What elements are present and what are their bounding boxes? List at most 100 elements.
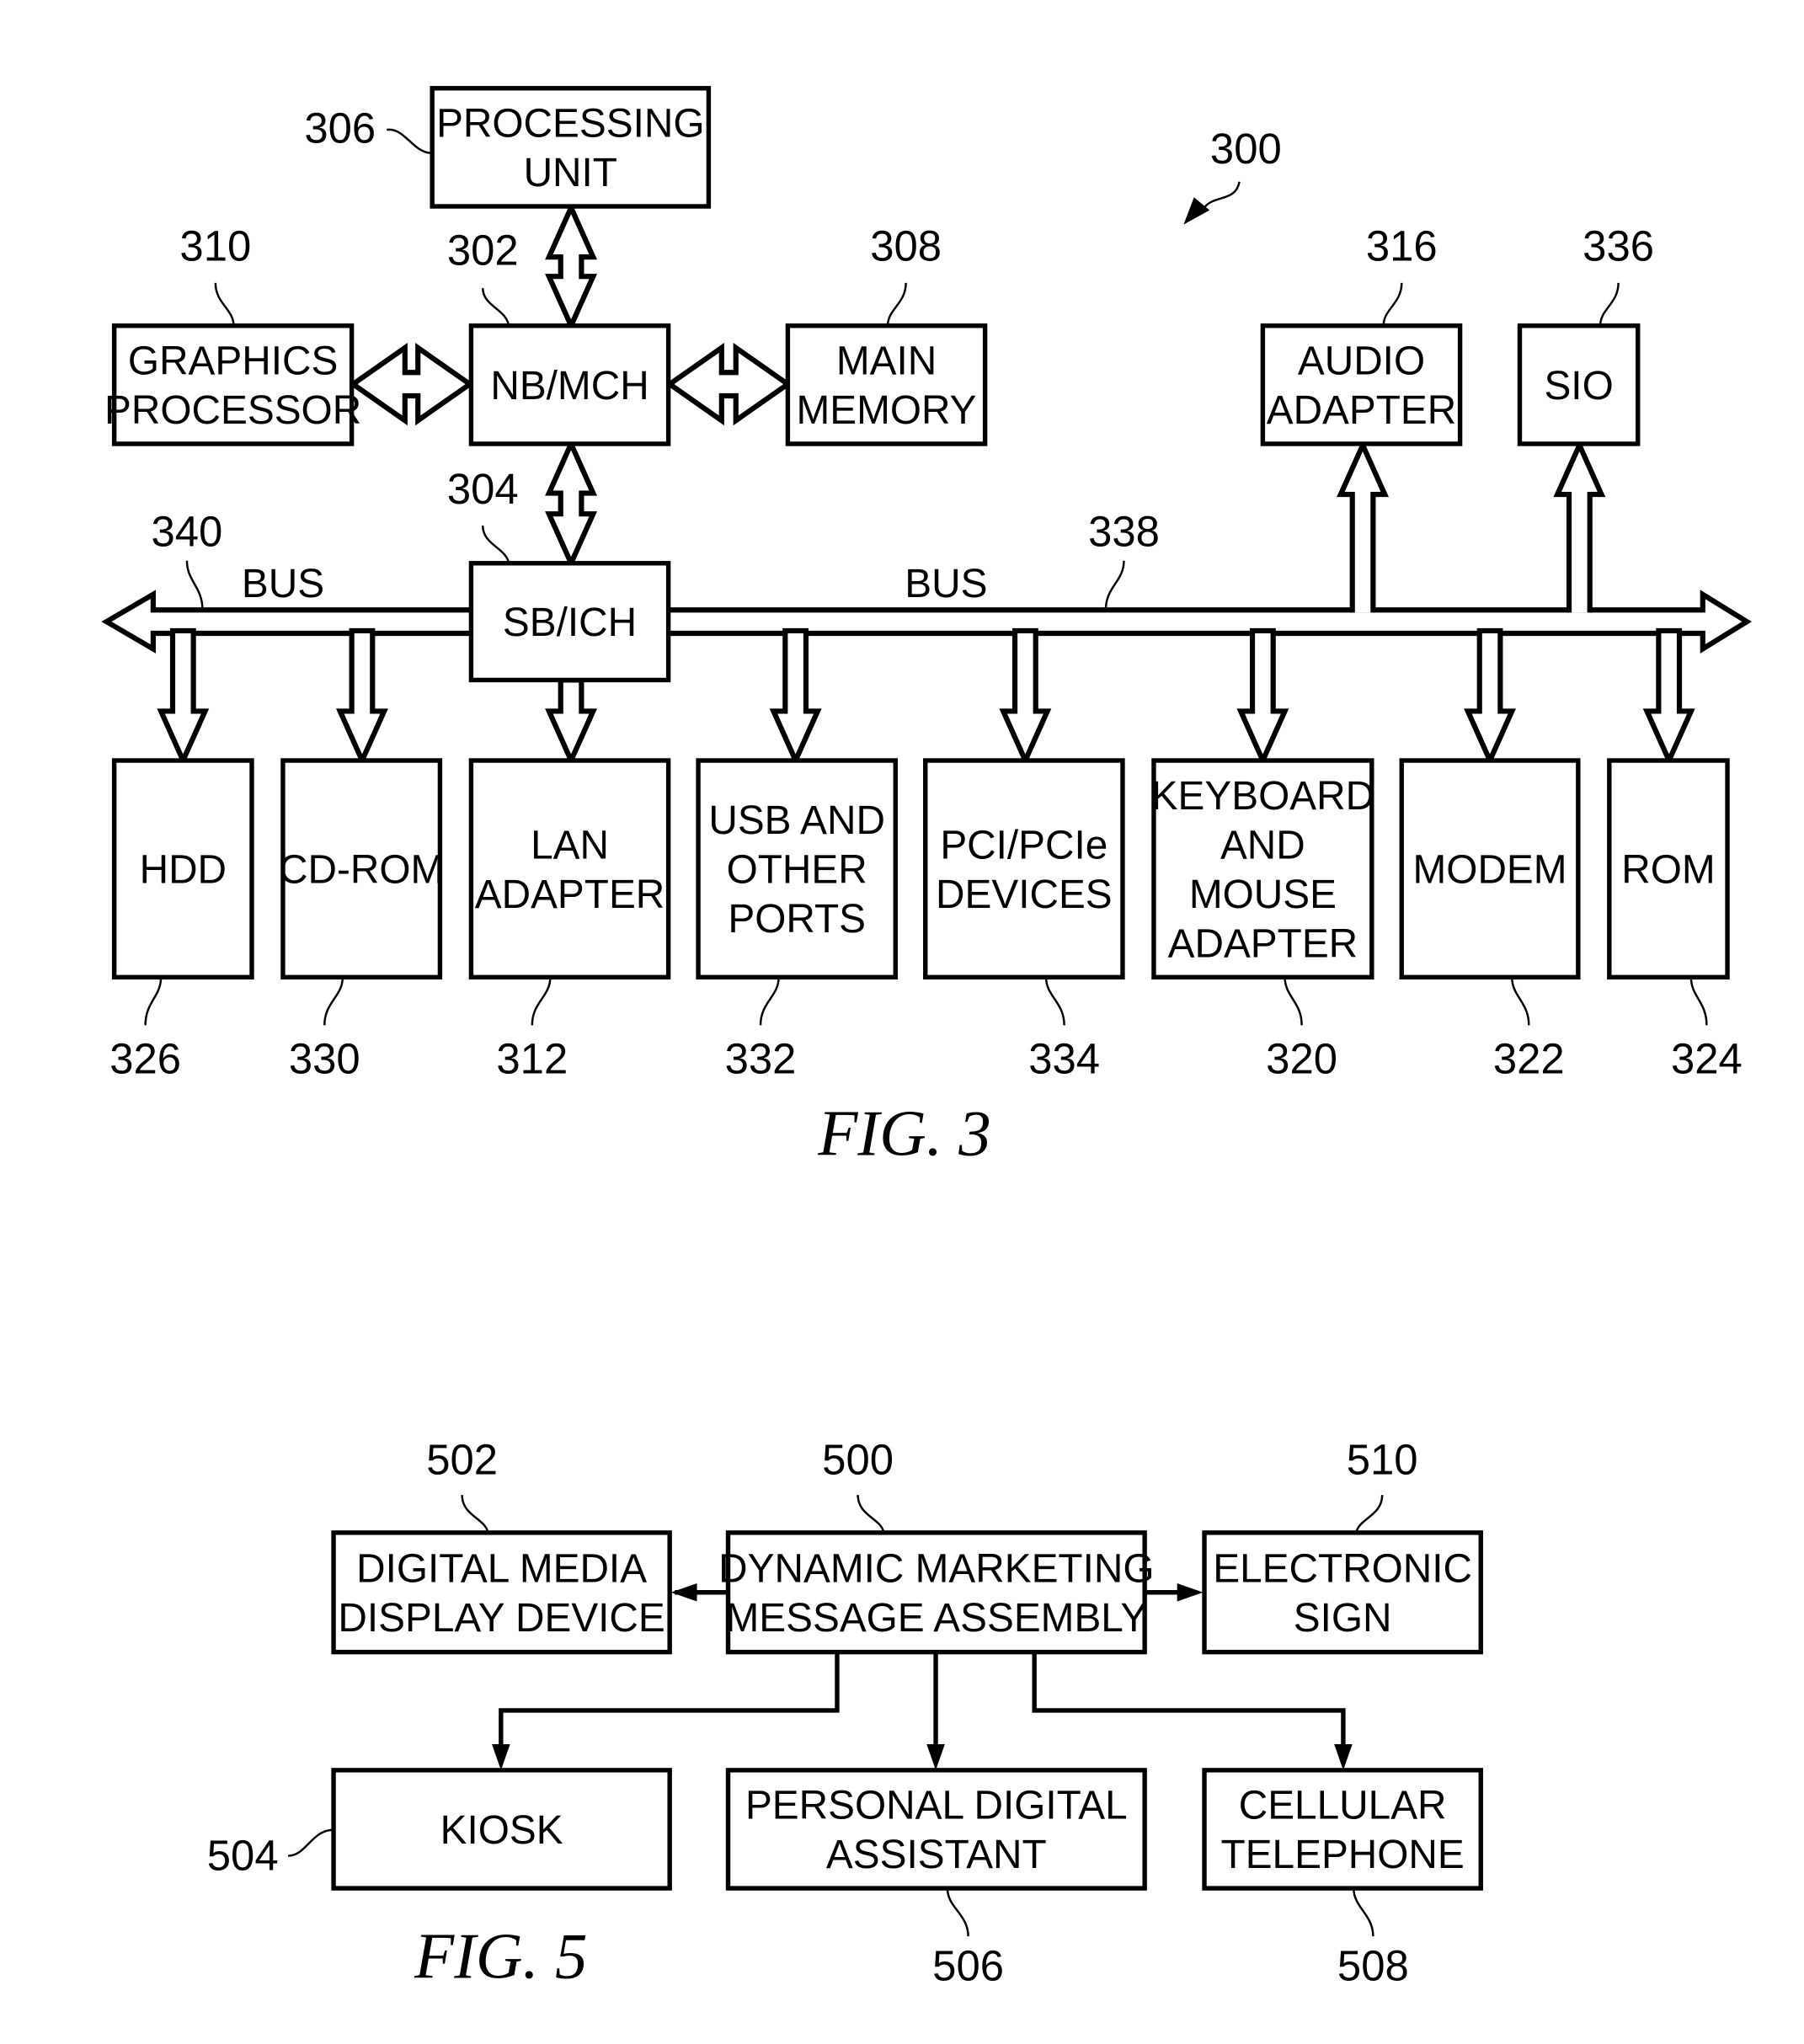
- leader-line: [482, 525, 510, 564]
- bus-left-label: BUS: [242, 562, 324, 606]
- block-hdd: HDD: [111, 758, 254, 980]
- block-label: SIO: [1544, 364, 1613, 408]
- block-lan-adapter: LAN ADAPTER: [468, 758, 671, 980]
- block-label: GRAPHICS: [128, 339, 338, 384]
- arrow-bus-to-cd-rom: [336, 627, 388, 767]
- block-label: HDD: [140, 848, 227, 893]
- reference-numeral: 322: [1493, 1034, 1565, 1082]
- block-label: MESSAGE ASSEMBLY: [725, 1596, 1147, 1641]
- arrow-nbmch-memory: [664, 343, 793, 426]
- reference-numeral: 326: [109, 1034, 181, 1082]
- bus-right-ref: 338: [1088, 508, 1160, 556]
- arrow-graphics-nbmch: [348, 343, 475, 426]
- block-label: NB/MCH: [490, 364, 648, 408]
- arrow-bus-to-rom: [1642, 627, 1695, 767]
- leader-line: [287, 1828, 334, 1857]
- block-sio: SIO: [1517, 323, 1641, 446]
- block-sb-ich: SB/ICH: [468, 561, 671, 683]
- block-label: SB/ICH: [503, 600, 637, 645]
- figure-caption: FIG. 3: [817, 1097, 990, 1169]
- reference-numeral: 320: [1266, 1034, 1337, 1082]
- block-label: MEMORY: [797, 388, 977, 433]
- arrow-sbich-to-lan: [545, 677, 598, 767]
- block-label: SIGN: [1294, 1596, 1392, 1641]
- block-label: KIOSK: [440, 1808, 563, 1853]
- connector-to-cellphone: [1032, 1652, 1346, 1763]
- reference-numeral: 308: [870, 222, 942, 270]
- block-label: OTHER: [727, 848, 867, 893]
- arrow-bus-to-audio: [1337, 438, 1389, 613]
- block-label: DEVICES: [936, 873, 1113, 917]
- block-rom: ROM: [1607, 758, 1730, 980]
- block-label: PROCESSING: [436, 102, 704, 147]
- leader-line: [482, 287, 510, 327]
- arrow-bus-to-usb: [769, 627, 822, 767]
- reference-numeral: 304: [447, 465, 519, 513]
- leader-line: [1044, 977, 1065, 1026]
- block-digital-media: DIGITAL MEDIA DISPLAY DEVICE: [331, 1530, 672, 1655]
- reference-numeral: 500: [822, 1436, 894, 1484]
- reference-numeral: 302: [447, 226, 519, 274]
- block-cell-phone: CELLULAR TELEPHONE: [1202, 1768, 1483, 1891]
- leader-line: [1284, 977, 1303, 1026]
- leader-line: [1104, 560, 1125, 611]
- leader-line: [1689, 977, 1708, 1026]
- block-label: DISPLAY DEVICE: [338, 1596, 664, 1641]
- block-label: MAIN: [836, 339, 937, 384]
- block-processing-unit: PROCESSINGUNIT: [430, 86, 712, 209]
- figure-5: DIGITAL MEDIA DISPLAY DEVICE DYNAMIC MARKE…: [207, 1436, 1483, 1992]
- block-label: ADAPTER: [475, 873, 665, 917]
- block-cd-rom: CD-ROM: [279, 758, 444, 980]
- block-label: PERSONAL DIGITAL: [745, 1784, 1128, 1828]
- leader-line: [1353, 1888, 1374, 1937]
- block-pda: PERSONAL DIGITAL ASSISTANT: [725, 1768, 1147, 1891]
- leader-line: [1382, 282, 1403, 326]
- block-label: PCI/PCIe: [940, 823, 1107, 867]
- arrowhead-cellphone: [1334, 1744, 1353, 1770]
- reference-numeral: 508: [1337, 1941, 1409, 1989]
- block-nb-mch: NB/MCH: [468, 323, 671, 446]
- block-electronic-sign: ELECTRONIC SIGN: [1202, 1530, 1483, 1655]
- block-usb-ports: USB AND OTHERPORTS: [696, 758, 898, 980]
- block-graphics-processor: GRAPHICSPROCESSOR: [104, 323, 361, 446]
- leader-line: [759, 977, 780, 1026]
- reference-numeral: 502: [426, 1436, 498, 1484]
- leader-line: [214, 282, 235, 326]
- arrow-cpu-nbmch: [545, 201, 598, 333]
- block-label: ADAPTER: [1267, 388, 1457, 433]
- block-modem: MODEM: [1399, 758, 1581, 980]
- patent-drawing: PROCESSINGUNIT NB/MCH GRAPHICSPROCESSOR MAI…: [101, 86, 1753, 1992]
- block-label: ELECTRONIC: [1213, 1546, 1472, 1591]
- arrowhead-kiosk: [492, 1744, 510, 1770]
- block-label: MODEM: [1413, 848, 1567, 893]
- block-audio-adapter: AUDIOADAPTER: [1260, 323, 1463, 446]
- block-label: PROCESSOR: [104, 388, 361, 433]
- block-label: ASSISTANT: [826, 1833, 1047, 1877]
- reference-numeral: 306: [304, 104, 376, 152]
- block-label: LAN: [531, 823, 609, 867]
- arrow-bus-to-sio: [1553, 438, 1606, 613]
- connector-to-kiosk: [499, 1652, 840, 1763]
- block-label: KEYBOARD: [1151, 774, 1374, 819]
- reference-numeral: 336: [1583, 222, 1654, 270]
- block-frame: [923, 758, 1125, 980]
- block-pci-devices: PCI/PCIe DEVICES: [923, 758, 1125, 980]
- reference-numeral: 332: [725, 1034, 797, 1082]
- arrowhead-digital-media: [670, 1582, 697, 1602]
- reference-numeral: 510: [1347, 1436, 1418, 1484]
- leader-line: [886, 282, 907, 326]
- arrowhead-pda: [926, 1744, 945, 1770]
- arrow-bus-to-pci: [999, 627, 1052, 767]
- system-ref-arrowhead: [1183, 197, 1210, 225]
- block-kiosk: KIOSK: [331, 1768, 672, 1891]
- reference-numeral: 334: [1028, 1034, 1100, 1082]
- leader-line: [461, 1495, 489, 1534]
- block-label: DYNAMIC MARKETING: [718, 1546, 1154, 1591]
- leader-line: [857, 1495, 885, 1534]
- block-main-memory: MAINMEMORY: [785, 323, 988, 446]
- block-label: AND: [1220, 823, 1305, 867]
- block-label: ADAPTER: [1168, 921, 1358, 966]
- arrowhead-electronic-sign: [1177, 1582, 1204, 1602]
- arrow-bus-to-modem: [1464, 627, 1517, 767]
- reference-numeral: 310: [179, 222, 251, 270]
